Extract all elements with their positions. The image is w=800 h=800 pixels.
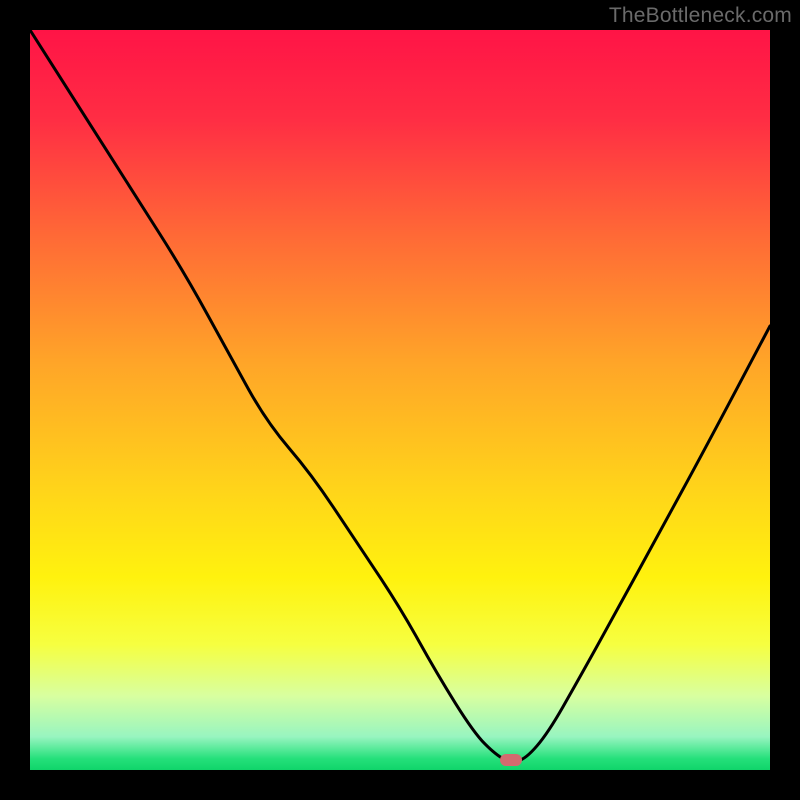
chart-frame: TheBottleneck.com xyxy=(0,0,800,800)
plot-area xyxy=(30,30,770,770)
watermark-text: TheBottleneck.com xyxy=(609,4,792,28)
chart-svg xyxy=(30,30,770,770)
optimum-marker xyxy=(500,754,522,766)
background-gradient xyxy=(30,30,770,770)
